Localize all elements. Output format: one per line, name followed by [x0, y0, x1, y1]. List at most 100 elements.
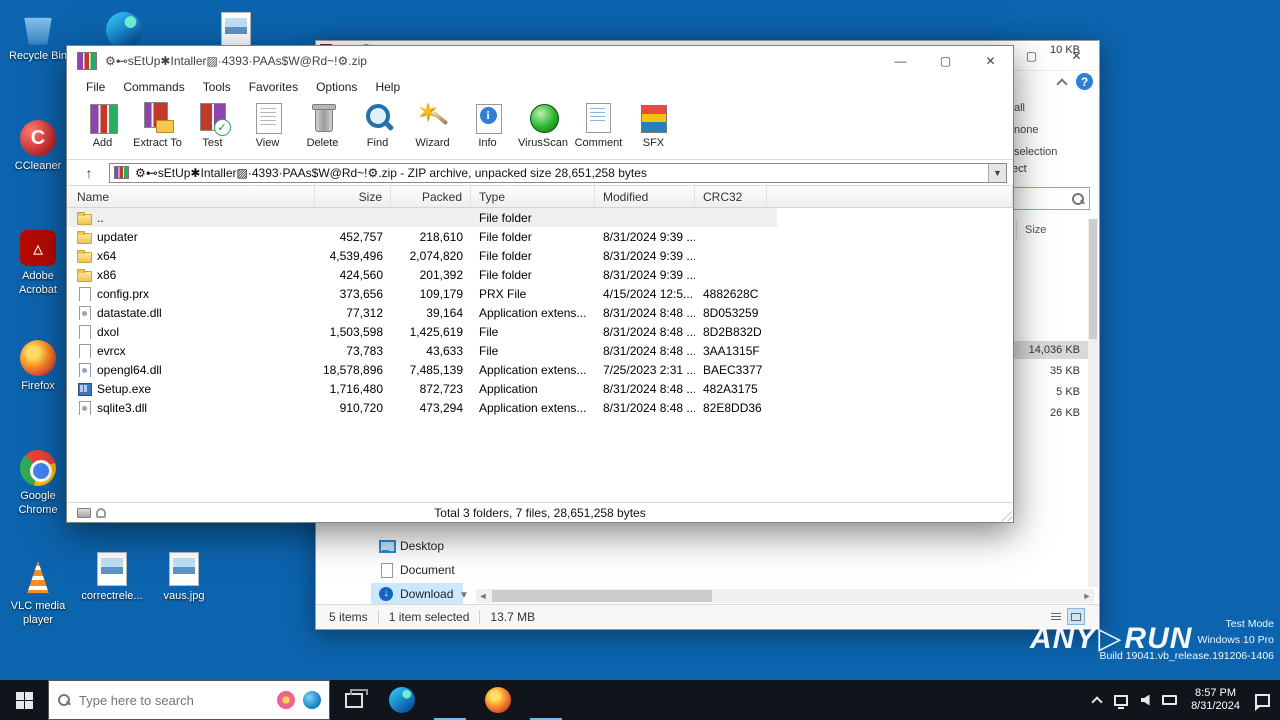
scrollbar-thumb[interactable]: [1089, 219, 1097, 339]
menu-item[interactable]: Options: [307, 78, 366, 96]
desktop-shortcut-label: correctrele...: [81, 590, 143, 602]
winrar-close-button[interactable]: ✕: [968, 47, 1013, 76]
menu-item[interactable]: Commands: [114, 78, 193, 96]
desktop-shortcut-label: Firefox: [21, 380, 55, 392]
menu-item[interactable]: Help: [366, 78, 409, 96]
taskbar-app-button[interactable]: [426, 680, 474, 720]
toolbar-button[interactable]: Delete: [295, 98, 350, 149]
volume-tray-button[interactable]: [1133, 680, 1157, 720]
desktop-shortcut[interactable]: correctrele...: [76, 548, 148, 638]
file-row[interactable]: config.prx 373,656 109,179 PRX File 4/15…: [67, 284, 1013, 303]
sidebar-scroll-down-icon[interactable]: ▼: [457, 588, 471, 602]
file-size-value[interactable]: 14,036 KB: [1014, 341, 1090, 359]
keyboard-tray-button[interactable]: [1157, 680, 1181, 720]
search-highlight-globe-icon[interactable]: [303, 691, 321, 709]
file-type: File: [479, 324, 499, 339]
winrar-maximize-button[interactable]: ▢: [923, 47, 968, 76]
explorer-vertical-scrollbar[interactable]: [1088, 219, 1098, 587]
sidebar-item-icon: [379, 562, 393, 578]
file-list-header: Name Size Packed Type Modified CRC32: [67, 186, 1013, 208]
file-row[interactable]: sqlite3.dll 910,720 473,294 Application …: [67, 398, 1013, 417]
taskbar-app-button[interactable]: [474, 680, 522, 720]
file-row[interactable]: x86 424,560 201,392 File folder 8/31/202…: [67, 265, 1013, 284]
toolbar-button[interactable]: Test: [185, 98, 240, 149]
up-one-level-icon[interactable]: ↑: [77, 163, 101, 183]
desktop-shortcut[interactable]: Google Chrome: [2, 446, 74, 556]
start-button[interactable]: [0, 680, 48, 720]
file-row[interactable]: .. File folder: [67, 208, 1013, 227]
toolbar-button[interactable]: Add: [75, 98, 130, 149]
toolbar-button[interactable]: SFX: [626, 98, 681, 149]
desktop-shortcut[interactable]: Recycle Bin: [2, 6, 74, 116]
archive-totals: Total 3 folders, 7 files, 28,651,258 byt…: [434, 505, 646, 520]
toolbar-button[interactable]: View: [240, 98, 295, 149]
desktop-shortcut[interactable]: CCleaner: [2, 116, 74, 226]
column-header-type[interactable]: Type: [471, 186, 595, 207]
sidebar-nav-item[interactable]: Download: [371, 583, 463, 604]
search-input[interactable]: [79, 692, 269, 708]
chevron-down-icon[interactable]: ▼: [988, 163, 1006, 182]
file-size-value[interactable]: 35 KB: [1014, 362, 1090, 380]
file-size-value[interactable]: 5 KB: [1014, 383, 1090, 401]
taskbar-app-button[interactable]: [522, 680, 570, 720]
column-header-name[interactable]: Name: [67, 186, 315, 207]
file-row[interactable]: opengl64.dll 18,578,896 7,485,139 Applic…: [67, 360, 1013, 379]
scrollbar-track[interactable]: [490, 589, 1080, 603]
sidebar-nav-item[interactable]: Desktop: [371, 535, 463, 556]
file-row[interactable]: updater 452,757 218,610 File folder 8/31…: [67, 227, 1013, 246]
column-header-crc32[interactable]: CRC32: [695, 186, 767, 207]
scroll-right-icon[interactable]: ►: [1080, 589, 1094, 603]
file-modified: 7/25/2023 2:31 ...: [603, 362, 695, 377]
sidebar-item-icon: [379, 539, 396, 553]
file-size-value[interactable]: 10 KB: [1014, 41, 1090, 59]
explorer-horizontal-scrollbar[interactable]: ◄ ►: [476, 589, 1094, 603]
column-header-size[interactable]: Size: [315, 186, 391, 207]
file-row[interactable]: evrcx 73,783 43,633 File 8/31/2024 8:48 …: [67, 341, 1013, 360]
desktop-shortcut[interactable]: Adobe Acrobat: [2, 226, 74, 336]
column-header-modified[interactable]: Modified: [595, 186, 695, 207]
network-tray-button[interactable]: [1109, 680, 1133, 720]
toolbar-button[interactable]: Comment: [571, 98, 626, 149]
taskbar: 8:57 PM 8/31/2024: [0, 680, 1280, 720]
desktop-shortcut[interactable]: VLC media player: [2, 556, 74, 666]
toolbar-button[interactable]: Info: [460, 98, 515, 149]
file-row[interactable]: Setup.exe 1,716,480 872,723 Application …: [67, 379, 1013, 398]
desktop-shortcut[interactable]: vaus.jpg: [148, 548, 220, 638]
anyrun-watermark: ANY ▷ RUN Test Mode Windows 10 Pro Build…: [1030, 616, 1274, 678]
desktop-shortcut[interactable]: Firefox: [2, 336, 74, 446]
file-size-value[interactable]: 26 KB: [1014, 404, 1090, 422]
taskbar-search[interactable]: [48, 680, 330, 720]
desktop-bottom-icons: correctrele... vaus.jpg: [76, 548, 220, 638]
sidebar-nav-item[interactable]: Document: [371, 559, 463, 580]
toolbar-button[interactable]: Wizard: [405, 97, 460, 149]
file-row[interactable]: dxol 1,503,598 1,425,619 File 8/31/2024 …: [67, 322, 1013, 341]
file-row[interactable]: datastate.dll 77,312 39,164 Application …: [67, 303, 1013, 322]
search-highlight-flower-icon[interactable]: [277, 691, 295, 709]
winrar-minimize-button[interactable]: —: [878, 47, 923, 76]
toolbar-button-label: Wizard: [415, 137, 450, 149]
toolbar-button[interactable]: Find: [350, 98, 405, 149]
file-name: opengl64.dll: [97, 362, 162, 377]
desktop-shortcut-label: Adobe Acrobat: [19, 270, 57, 296]
file-row[interactable]: x64 4,539,496 2,074,820 File folder 8/31…: [67, 246, 1013, 265]
winrar-titlebar[interactable]: ⚙⊷sEtUp✱Intaller▨·4393·PAAs$W@Rd~!⚙.zip …: [67, 46, 1013, 76]
menu-item[interactable]: File: [77, 78, 114, 96]
taskbar-clock[interactable]: 8:57 PM 8/31/2024: [1181, 687, 1250, 713]
scroll-left-icon[interactable]: ◄: [476, 589, 490, 603]
winrar-toolbar: Add Extract To Test View: [67, 97, 1013, 160]
hidden-icons-button[interactable]: [1085, 680, 1109, 720]
toolbar-button-icon: [305, 100, 341, 136]
taskbar-app-button[interactable]: [378, 680, 426, 720]
action-center-button[interactable]: [1250, 680, 1274, 720]
toolbar-button[interactable]: Extract To: [130, 98, 185, 149]
clock-time: 8:57 PM: [1195, 687, 1237, 699]
task-view-button[interactable]: [330, 680, 378, 720]
scrollbar-thumb[interactable]: [492, 590, 712, 602]
archive-path-combobox[interactable]: ⚙⊷sEtUp✱Intaller▨·4393·PAAs$W@Rd~!⚙.zip …: [109, 162, 1007, 183]
column-header-packed[interactable]: Packed: [391, 186, 471, 207]
file-size: 1,716,480: [329, 381, 383, 396]
toolbar-button[interactable]: VirusScan: [515, 98, 571, 149]
menu-item[interactable]: Tools: [194, 78, 240, 96]
menu-item[interactable]: Favorites: [240, 78, 307, 96]
file-modified: 8/31/2024 9:39 ...: [603, 267, 695, 282]
